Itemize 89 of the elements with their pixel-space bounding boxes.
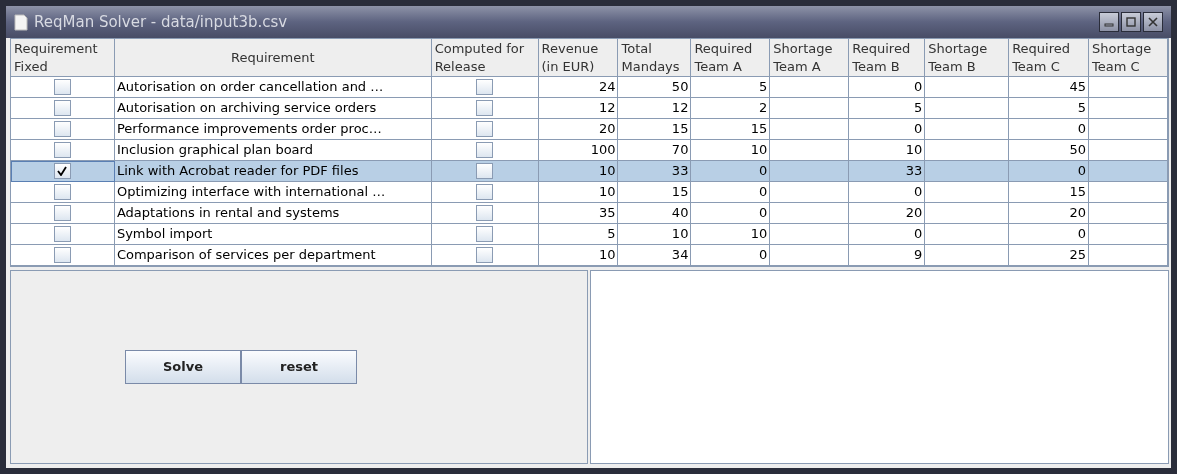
checkbox[interactable] xyxy=(53,205,71,221)
table-cell-text: Link with Acrobat reader for PDF files xyxy=(116,162,359,181)
table-cell-text: 0 xyxy=(1077,120,1087,139)
table-cell-text: 20 xyxy=(598,120,616,139)
table-cell-text: 0 xyxy=(759,162,768,181)
table-row[interactable]: Link with Acrobat reader for PDF files 10 33 0 33 0 xyxy=(11,161,1168,182)
table-cell-text: 15 xyxy=(671,183,689,202)
table-cell-text: 10 xyxy=(598,162,616,181)
table-cell-text: Adaptations in rental and systems xyxy=(116,204,340,223)
table-cell-text: 35 xyxy=(598,204,616,223)
checkbox[interactable] xyxy=(53,100,71,116)
table-cell-text: 0 xyxy=(759,204,768,223)
table-cell-text: 20 xyxy=(905,204,923,223)
table-cell-text: 100 xyxy=(590,141,616,160)
checkbox[interactable] xyxy=(476,247,494,263)
checkbox[interactable] xyxy=(476,100,494,116)
table-cell-text: 5 xyxy=(1077,99,1087,118)
table-row[interactable]: Autorisation on archiving service orders 12 12 2 5 5 xyxy=(11,98,1168,119)
table-cell-text: Comparison of services per department xyxy=(116,246,376,265)
table-cell-text: Symbol import xyxy=(116,225,213,244)
table-cell-text: 50 xyxy=(1069,141,1087,160)
table-cell-text: 9 xyxy=(913,246,923,265)
checkmark-icon xyxy=(57,166,68,176)
table-cell-text: 12 xyxy=(598,99,616,118)
table-cell-text: 50 xyxy=(671,78,689,97)
table-row[interactable]: Symbol import 5 10 10 0 0 xyxy=(11,224,1168,245)
checkbox[interactable] xyxy=(53,163,71,179)
table-cell-text: Inclusion graphical plan board xyxy=(116,141,313,160)
checkbox[interactable] xyxy=(476,79,494,95)
table-cell-text: Optimizing interface with international … xyxy=(116,183,386,202)
checkbox[interactable] xyxy=(476,142,494,158)
table-cell-text: Autorisation on archiving service orders xyxy=(116,99,377,118)
table-cell-text: 12 xyxy=(671,99,689,118)
table-cell-text: 40 xyxy=(671,204,689,223)
table-cell-text: 15 xyxy=(1069,183,1087,202)
checkbox[interactable] xyxy=(53,79,71,95)
table-cell-text: 5 xyxy=(607,225,616,244)
table-cell-text: 0 xyxy=(759,183,768,202)
maximize-icon[interactable] xyxy=(1121,12,1141,32)
table-cell-text: 0 xyxy=(913,78,923,97)
table-cell-text: 15 xyxy=(750,120,768,139)
table-cell-text: 5 xyxy=(759,78,768,97)
table-row[interactable]: Autorisation on order cancellation and … 24 50 5 0 45 xyxy=(11,77,1168,98)
table-cell-text: Autorisation on order cancellation and … xyxy=(116,78,384,97)
table-cell-text: 10 xyxy=(598,183,616,202)
table-cell-text: 70 xyxy=(671,141,689,160)
table-cell-text: 2 xyxy=(759,99,768,118)
table-cell-text: 10 xyxy=(905,141,923,160)
checkbox[interactable] xyxy=(53,184,71,200)
table-cell-text: 0 xyxy=(1077,225,1087,244)
table-cell-text: 0 xyxy=(913,183,923,202)
checkbox[interactable] xyxy=(476,163,494,179)
window-title: ReqMan Solver - data/input3b.csv xyxy=(34,11,288,33)
action-button[interactable]: reset xyxy=(241,350,357,384)
table-cell-text: 25 xyxy=(1069,246,1087,265)
table-cell-text: 0 xyxy=(913,120,923,139)
table-cell-text: 20 xyxy=(1069,204,1087,223)
table-row[interactable]: Performance improvements order proc… 20 15 15 0 0 xyxy=(11,119,1168,140)
checkbox[interactable] xyxy=(53,247,71,263)
close-icon[interactable] xyxy=(1143,12,1163,32)
checkbox[interactable] xyxy=(53,121,71,137)
table-cell-text: 34 xyxy=(671,246,689,265)
checkbox[interactable] xyxy=(476,205,494,221)
table-cell-text: Performance improvements order proc… xyxy=(116,120,382,139)
checkbox[interactable] xyxy=(476,184,494,200)
table-cell-text: 0 xyxy=(759,246,768,265)
table-cell-text: 45 xyxy=(1069,78,1087,97)
table-cell-text: 33 xyxy=(671,162,689,181)
table-cell-text: 10 xyxy=(671,225,689,244)
checkbox[interactable] xyxy=(53,142,71,158)
checkbox[interactable] xyxy=(476,226,494,242)
table-row[interactable]: Inclusion graphical plan board 100 70 10 10 50 xyxy=(11,140,1168,161)
table-row[interactable]: Comparison of services per department 10 34 0 9 25 xyxy=(11,245,1168,266)
checkbox[interactable] xyxy=(476,121,494,137)
table-cell-text: 24 xyxy=(598,78,616,97)
checkbox[interactable] xyxy=(53,226,71,242)
action-button[interactable]: Solve xyxy=(125,350,241,384)
table-cell-text: 10 xyxy=(750,141,768,160)
table-cell-text: 15 xyxy=(671,120,689,139)
table-row[interactable]: Adaptations in rental and systems 35 40 0 20 20 xyxy=(11,203,1168,224)
table-row[interactable]: Optimizing interface with international … 10 15 0 0 15 xyxy=(11,182,1168,203)
table-cell-text: 0 xyxy=(1077,162,1087,181)
table-cell-text: 0 xyxy=(913,225,923,244)
table-cell-text: 10 xyxy=(598,246,616,265)
table-cell-text: 33 xyxy=(905,162,923,181)
table-cell-text: 5 xyxy=(913,99,923,118)
table-cell-text: 10 xyxy=(750,225,768,244)
document-icon xyxy=(14,13,28,31)
minimize-icon[interactable] xyxy=(1099,12,1119,32)
